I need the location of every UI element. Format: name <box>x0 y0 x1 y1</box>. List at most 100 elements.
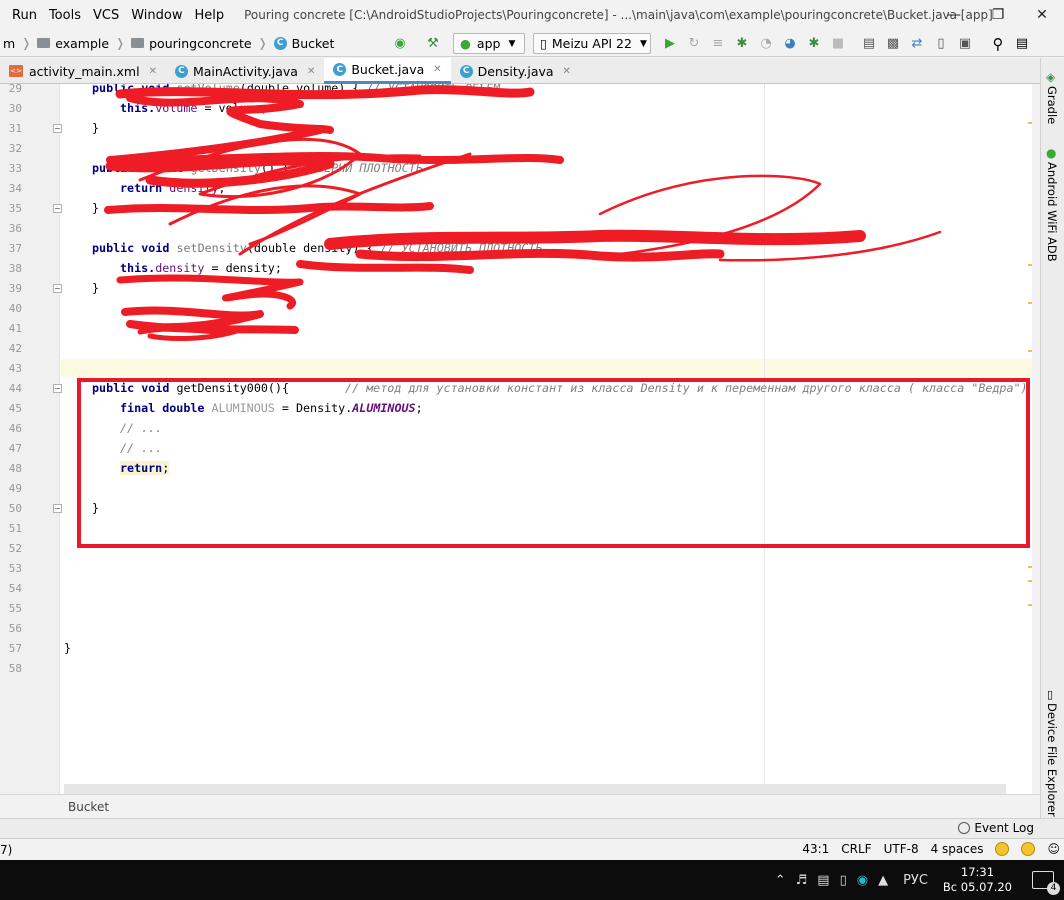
chevron-up-icon[interactable]: ⌃ <box>775 873 786 888</box>
line-number: 38 <box>8 262 22 275</box>
line-number: 53 <box>8 562 22 575</box>
scroll-marker[interactable] <box>1028 264 1032 266</box>
attach-debugger-icon[interactable]: ✱ <box>805 35 823 53</box>
menu-vcs[interactable]: VCS <box>87 8 125 23</box>
event-log-label: Event Log <box>974 821 1034 835</box>
clock[interactable]: 17:31 Вс 05.07.20 <box>943 865 1012 895</box>
tab-activity-main-xml[interactable]: <> activity_main.xml ✕ <box>0 58 166 84</box>
volume-icon[interactable]: ♬ <box>796 873 808 888</box>
event-log-button[interactable]: Event Log <box>958 821 1034 835</box>
gradle-tool-button[interactable]: Gradle <box>1045 86 1059 124</box>
fold-marker[interactable] <box>53 204 62 213</box>
windows-taskbar: ⌃ ♬ ▤ ▯ ◉ ▲ РУС 17:31 Вс 05.07.20 4 <box>0 860 1064 900</box>
editor-breadcrumb-bucket[interactable]: Bucket <box>68 800 109 814</box>
menu-window[interactable]: Window <box>125 8 188 23</box>
close-tab-icon[interactable]: ✕ <box>563 66 571 77</box>
phone-icon[interactable]: ▯ <box>840 873 847 888</box>
file-encoding[interactable]: UTF-8 <box>884 842 919 856</box>
horizontal-scrollbar[interactable] <box>64 784 1006 794</box>
android-wifi-adb-tool-button[interactable]: Android WiFi ADB <box>1045 162 1059 262</box>
breadcrumb-bucket[interactable]: C Bucket <box>271 36 338 51</box>
line-number: 40 <box>8 302 22 315</box>
line-number: 52 <box>8 542 22 555</box>
bottom-tool-bar: Event Log <box>0 818 1064 838</box>
line-number: 47 <box>8 442 22 455</box>
happy-face-icon[interactable] <box>995 842 1010 856</box>
close-tab-icon[interactable]: ✕ <box>149 66 157 77</box>
apply-code-changes-icon[interactable]: ≡ <box>709 35 727 53</box>
code-line-38: this.density = density; <box>120 261 282 275</box>
tab-bucket-java[interactable]: C Bucket.java ✕ <box>324 58 451 84</box>
profile-icon[interactable]: ◕ <box>781 35 799 53</box>
line-number: 33 <box>8 162 22 175</box>
sdk-manager-icon[interactable]: ▣ <box>956 35 974 53</box>
folder-icon <box>131 38 145 48</box>
device-manager-icon[interactable]: ▯ <box>932 35 950 53</box>
fold-marker[interactable] <box>53 124 62 133</box>
stop-icon[interactable]: ■ <box>829 35 847 53</box>
line-number: 36 <box>8 222 22 235</box>
device-icon: ▯ <box>1047 688 1054 701</box>
apply-changes-icon[interactable]: ↻ <box>685 35 703 53</box>
scroll-marker[interactable] <box>1028 580 1032 582</box>
debug-icon[interactable]: ✱ <box>733 35 751 53</box>
menu-tools[interactable]: Tools <box>43 8 87 23</box>
sync-gradle-icon[interactable]: ⇄ <box>908 35 926 53</box>
clock-time: 17:31 <box>960 865 995 879</box>
coverage-icon[interactable]: ◔ <box>757 35 775 53</box>
build-hammer-icon[interactable]: ⚒ <box>424 35 442 53</box>
scroll-marker[interactable] <box>1028 122 1032 124</box>
indent-setting[interactable]: 4 spaces <box>931 842 984 856</box>
maximize-icon[interactable]: ❐ <box>976 0 1020 30</box>
code-line-37: public void setDensity(double density) {… <box>92 241 543 255</box>
project-structure-icon[interactable]: ▤ <box>860 35 878 53</box>
notification-center-icon[interactable]: 4 <box>1032 871 1060 895</box>
breadcrumb-pouringconcrete[interactable]: pouringconcrete ❭ <box>128 36 271 51</box>
line-separator[interactable]: CRLF <box>841 842 871 856</box>
class-icon: C <box>333 63 347 76</box>
line-number: 31 <box>8 122 22 135</box>
class-icon: C <box>174 64 188 78</box>
android-monitor-icon[interactable]: ◉ <box>391 35 409 53</box>
minimize-icon[interactable]: — <box>932 0 976 30</box>
scroll-marker[interactable] <box>1028 302 1032 304</box>
right-tool-strip: ◈ Gradle ● Android WiFi ADB ▯ Device Fil… <box>1040 58 1064 818</box>
breadcrumb-m[interactable]: m ❭ <box>0 36 34 51</box>
menu-run[interactable]: Run <box>6 8 43 23</box>
device-select[interactable]: ▯ Meizu API 22 ▼ <box>533 33 651 54</box>
menu-help[interactable]: Help <box>188 8 230 23</box>
fold-marker[interactable] <box>53 284 62 293</box>
hector-icon[interactable]: ☺ <box>1047 842 1060 856</box>
code-editor[interactable]: 29 30 31 32 33 34 35 36 37 38 39 40 41 4… <box>0 84 1032 794</box>
device-file-explorer-tool-button[interactable]: Device File Explorer <box>1045 703 1059 817</box>
chevron-down-icon: ▼ <box>508 38 516 49</box>
tab-mainactivity-java[interactable]: C MainActivity.java ✕ <box>166 58 324 84</box>
scroll-marker[interactable] <box>1028 350 1032 352</box>
caret-position[interactable]: 43:1 <box>802 842 829 856</box>
network-icon[interactable]: ▤ <box>817 873 829 888</box>
scroll-marker[interactable] <box>1028 566 1032 568</box>
layout-icon[interactable]: ▤ <box>1013 35 1031 53</box>
search-icon[interactable]: ⚲ <box>989 35 1007 53</box>
current-line-highlight <box>61 359 1032 377</box>
avd-manager-icon[interactable]: ▩ <box>884 35 902 53</box>
scroll-marker[interactable] <box>1028 604 1032 606</box>
fold-marker[interactable] <box>53 504 62 513</box>
window-controls: — ❐ ✕ <box>932 0 1064 30</box>
close-tab-icon[interactable]: ✕ <box>433 64 441 75</box>
menu-bar: Run Tools VCS Window Help Pouring concre… <box>0 0 1064 30</box>
run-config-select[interactable]: ● app ▼ <box>453 33 525 54</box>
run-icon[interactable]: ▶ <box>661 35 679 53</box>
fold-marker[interactable] <box>53 384 62 393</box>
close-tab-icon[interactable]: ✕ <box>307 66 315 77</box>
android-icon: ● <box>1046 146 1057 160</box>
sad-face-icon[interactable] <box>1021 842 1036 856</box>
close-icon[interactable]: ✕ <box>1020 0 1064 30</box>
usb-icon[interactable]: ▲ <box>878 873 888 888</box>
window-title: Pouring concrete [C:\AndroidStudioProjec… <box>244 8 993 22</box>
breadcrumb-example[interactable]: example ❭ <box>34 36 128 51</box>
keyboard-language[interactable]: РУС <box>903 873 928 888</box>
tab-density-java[interactable]: C Density.java ✕ <box>451 58 580 84</box>
line-number: 56 <box>8 622 22 635</box>
app-tray-icon[interactable]: ◉ <box>857 873 868 888</box>
